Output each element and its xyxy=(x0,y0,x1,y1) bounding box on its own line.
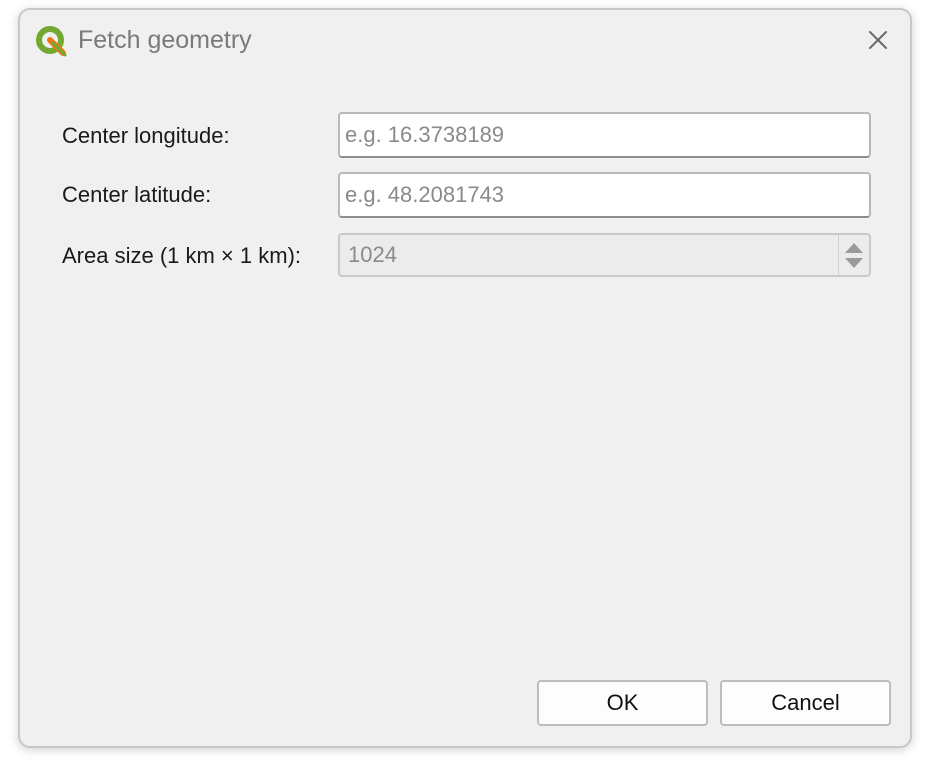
spin-up-icon[interactable] xyxy=(845,243,863,253)
fetch-geometry-dialog: Fetch geometry Center longitude: Center … xyxy=(18,8,912,748)
area-size-spinbox[interactable]: 1024 xyxy=(338,233,871,277)
longitude-label: Center longitude: xyxy=(62,123,230,148)
latitude-input[interactable] xyxy=(338,172,871,218)
spin-buttons[interactable] xyxy=(838,235,869,275)
area-size-label: Area size (1 km × 1 km): xyxy=(62,243,302,268)
longitude-input[interactable] xyxy=(338,112,871,158)
latitude-label: Center latitude: xyxy=(62,182,212,207)
ok-button[interactable]: OK xyxy=(537,680,708,726)
title-bar: Fetch geometry xyxy=(20,10,910,68)
cancel-button[interactable]: Cancel xyxy=(720,680,891,726)
window-title: Fetch geometry xyxy=(78,26,252,54)
area-size-value: 1024 xyxy=(348,242,397,267)
qgis-logo-icon xyxy=(36,26,67,57)
spin-down-icon[interactable] xyxy=(845,258,863,268)
close-icon[interactable] xyxy=(858,20,898,60)
